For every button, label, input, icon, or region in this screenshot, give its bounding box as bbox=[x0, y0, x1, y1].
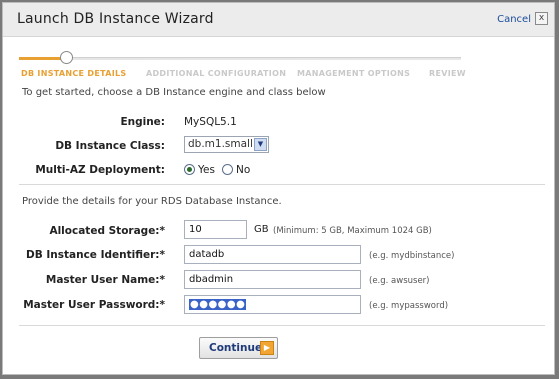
step-db-instance-details: DB INSTANCE DETAILS bbox=[21, 69, 127, 78]
close-icon[interactable]: x bbox=[535, 12, 548, 25]
master-username-input[interactable]: dbadmin bbox=[184, 270, 361, 289]
password-mask: ●●●●●● bbox=[189, 299, 247, 310]
master-password-label: Master User Password:* bbox=[23, 299, 165, 311]
instance-identifier-input[interactable]: datadb bbox=[184, 245, 361, 264]
instance-class-label: DB Instance Class: bbox=[55, 140, 165, 152]
instance-class-value: db.m1.small bbox=[188, 138, 253, 150]
arrow-right-icon: ▶ bbox=[260, 341, 274, 355]
engine-label: Engine: bbox=[120, 116, 165, 128]
continue-button[interactable]: Continue ▶ bbox=[199, 337, 278, 359]
instance-class-select[interactable]: db.m1.small ▼ bbox=[184, 136, 269, 153]
launch-db-instance-dialog: Launch DB Instance Wizard Cancel x DB IN… bbox=[2, 2, 555, 375]
dialog-titlebar: Launch DB Instance Wizard Cancel x bbox=[3, 3, 554, 37]
step-review: REVIEW bbox=[429, 69, 466, 78]
wizard-progress-marker bbox=[60, 51, 73, 64]
section-divider bbox=[19, 184, 545, 185]
multi-az-label: Multi-AZ Deployment: bbox=[35, 164, 165, 176]
multi-az-no-label: No bbox=[236, 164, 251, 176]
allocated-storage-label: Allocated Storage:* bbox=[49, 225, 165, 237]
engine-value: MySQL5.1 bbox=[184, 116, 237, 128]
storage-unit: GB bbox=[254, 224, 269, 235]
footer-divider bbox=[19, 325, 545, 326]
username-hint: (e.g. awsuser) bbox=[369, 276, 430, 286]
multi-az-yes-label: Yes bbox=[198, 164, 215, 176]
storage-hint: (Minimum: 5 GB, Maximum 1024 GB) bbox=[273, 226, 432, 236]
continue-label: Continue bbox=[209, 342, 263, 354]
step-management-options: MANAGEMENT OPTIONS bbox=[297, 69, 411, 78]
step-additional-configuration: ADDITIONAL CONFIGURATION bbox=[146, 69, 287, 78]
password-hint: (e.g. mypassword) bbox=[369, 301, 449, 311]
master-username-label: Master User Name:* bbox=[45, 274, 165, 286]
instance-identifier-label: DB Instance Identifier:* bbox=[26, 249, 165, 261]
cancel-link[interactable]: Cancel bbox=[497, 14, 531, 25]
allocated-storage-input[interactable]: 10 bbox=[184, 220, 247, 239]
chevron-down-icon: ▼ bbox=[254, 138, 267, 151]
multi-az-no-radio[interactable] bbox=[222, 164, 233, 175]
multi-az-yes-radio[interactable] bbox=[184, 164, 195, 175]
dialog-title: Launch DB Instance Wizard bbox=[17, 11, 214, 27]
identifier-hint: (e.g. mydbinstance) bbox=[369, 251, 455, 261]
master-password-input[interactable]: ●●●●●● bbox=[184, 295, 361, 314]
engine-intro-text: To get started, choose a DB Instance eng… bbox=[22, 87, 326, 98]
wizard-progress-track bbox=[19, 57, 461, 60]
details-intro-text: Provide the details for your RDS Databas… bbox=[22, 196, 282, 207]
